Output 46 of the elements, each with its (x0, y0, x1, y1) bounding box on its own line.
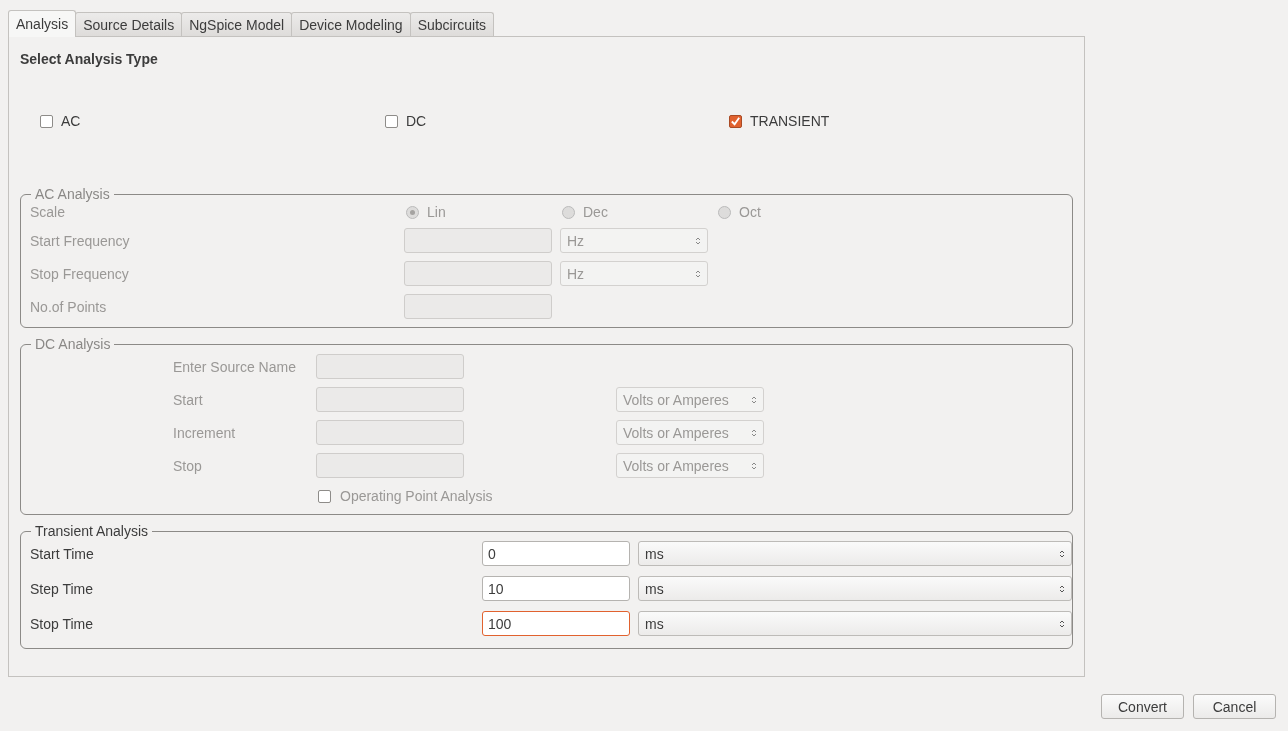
checkbox[interactable] (40, 114, 53, 128)
spinner-arrows-icon (695, 235, 701, 246)
group-title: Transient Analysis (34, 523, 150, 539)
field-label: Start (173, 391, 204, 408)
spinner-arrows-icon (695, 268, 701, 279)
field-label: Increment (173, 424, 237, 441)
field-label: Enter Source Name (173, 358, 297, 375)
checkbox-label: DC (406, 113, 427, 129)
spinner-arrows-icon (1059, 583, 1065, 594)
field-label: Stop (173, 457, 203, 474)
radio-label: Dec (583, 204, 608, 220)
tab[interactable]: NgSpice Model (181, 12, 293, 36)
section-heading: Select Analysis Type (20, 51, 159, 67)
checkbox-label: TRANSIENT (750, 113, 830, 129)
input-field[interactable]: 10 (482, 576, 630, 601)
input-field[interactable]: 100 (482, 611, 630, 636)
field-label: Scale (30, 204, 67, 220)
spinner-arrows-icon (1059, 618, 1065, 629)
unit-dropdown[interactable]: ms (638, 576, 1072, 601)
field-label: Start Time (30, 545, 95, 562)
group-title: AC Analysis (34, 186, 111, 202)
unit-dropdown[interactable]: ms (638, 541, 1072, 566)
field-label: Step Time (30, 580, 95, 597)
radio-label: Oct (739, 204, 761, 220)
spinner-arrows-icon (751, 427, 757, 438)
group-title: DC Analysis (34, 336, 112, 352)
tab[interactable]: Subcircuits (409, 12, 495, 36)
field-label: Stop Frequency (30, 265, 130, 282)
input-field[interactable]: 0 (482, 541, 630, 566)
spinner-arrows-icon (1059, 548, 1065, 559)
spinner-arrows-icon (751, 460, 757, 471)
field-label: Start Frequency (30, 232, 131, 249)
spinner-arrows-icon (751, 394, 757, 405)
tab[interactable]: Source Details (75, 12, 183, 36)
field-label: No.of Points (30, 298, 108, 315)
checkbox-label: Operating Point Analysis (340, 488, 493, 504)
tab[interactable]: Analysis (8, 10, 77, 37)
radio-label: Lin (427, 204, 446, 220)
checkbox-label: AC (61, 113, 81, 129)
checkbox[interactable] (385, 114, 398, 128)
field-label: Stop Time (30, 615, 95, 632)
dialog-button[interactable]: Convert (1101, 694, 1184, 719)
dialog-button[interactable]: Cancel (1193, 694, 1276, 719)
checkbox[interactable] (729, 114, 742, 128)
unit-dropdown[interactable]: ms (638, 611, 1072, 636)
tab[interactable]: Device Modeling (291, 12, 411, 36)
